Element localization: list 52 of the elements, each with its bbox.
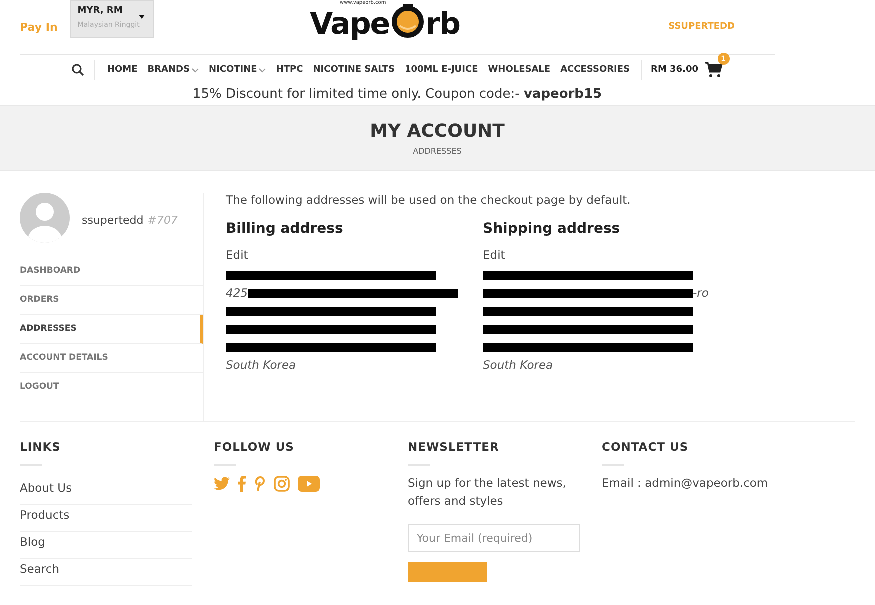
chevron-down-icon[interactable] [259,68,266,72]
footer-link[interactable]: Products [20,505,192,532]
video-play-icon[interactable] [298,476,320,492]
address-heading: Shipping address [483,221,622,237]
contact-email: Email : admin@vapeorb.com [602,475,770,492]
logo-text[interactable]: Vape [310,10,390,40]
footer-heading: CONTACT US [602,440,690,454]
username: ssupertedd [82,214,144,226]
email-field[interactable]: Your Email (required) [408,524,580,552]
search-icon[interactable] [72,64,84,76]
nav-item[interactable]: NICOTINE SALTS [313,65,395,75]
facebook-icon[interactable] [238,476,246,492]
address-text: South Korea [226,358,296,372]
nav-item[interactable]: BRANDS [148,65,200,75]
address-text: 425 [226,286,248,300]
logo-text[interactable]: rb [426,10,460,40]
footer-heading: NEWSLETTER [408,440,500,454]
account-menu-item[interactable]: ACCOUNT DETAILS [20,344,203,373]
breadcrumb: ADDRESSES [413,146,462,156]
orb-logo-icon[interactable] [390,4,425,38]
address-heading: Billing address [226,221,344,237]
account-menu-item[interactable]: ORDERS [20,286,203,315]
chevron-down-icon[interactable] [192,68,200,72]
nav-item[interactable]: NICOTINE [209,65,266,75]
edit-link[interactable]: Edit [226,248,483,266]
account-menu-item[interactable]: DASHBOARD [20,257,203,286]
twitter-icon[interactable] [214,476,230,492]
account-menu-item[interactable]: LOGOUT [20,373,203,402]
nav-item[interactable]: HOME [107,65,138,75]
address-text: -ro [693,286,709,300]
intro-text: The following addresses will be used on the checkout page by default. [226,193,632,207]
nav-item[interactable]: ACCESSORIES [560,65,630,75]
nav-item[interactable]: 100ML E-JUICE [404,65,478,75]
nav-item[interactable]: WHOLESALE [488,65,551,75]
cart-total[interactable]: RM 36.00 [651,65,699,75]
address-text: South Korea [483,358,554,372]
footer-link[interactable]: Blog [20,532,192,559]
footer-link[interactable]: About Us [20,478,192,505]
cart-icon[interactable] [704,62,723,78]
newsletter-text: Sign up for the latest news, offers and styles [408,475,568,510]
avatar-icon [20,193,70,243]
user-id: #707 [148,214,178,226]
edit-link[interactable]: Edit [483,248,740,266]
page-title: MY ACCOUNT [370,120,505,142]
pinterest-icon[interactable] [254,476,266,492]
footer-heading: LINKS [20,440,62,454]
promo-text: 15% Discount for limited time only. Coupon code:- vapeorb15 [192,86,604,104]
account-menu-item[interactable]: ADDRESSES [20,315,203,344]
footer-link[interactable]: Search [20,559,192,586]
footer-heading: FOLLOW US [214,440,296,454]
nav-item[interactable]: HTPC [276,65,304,75]
instagram-icon[interactable] [274,476,290,492]
